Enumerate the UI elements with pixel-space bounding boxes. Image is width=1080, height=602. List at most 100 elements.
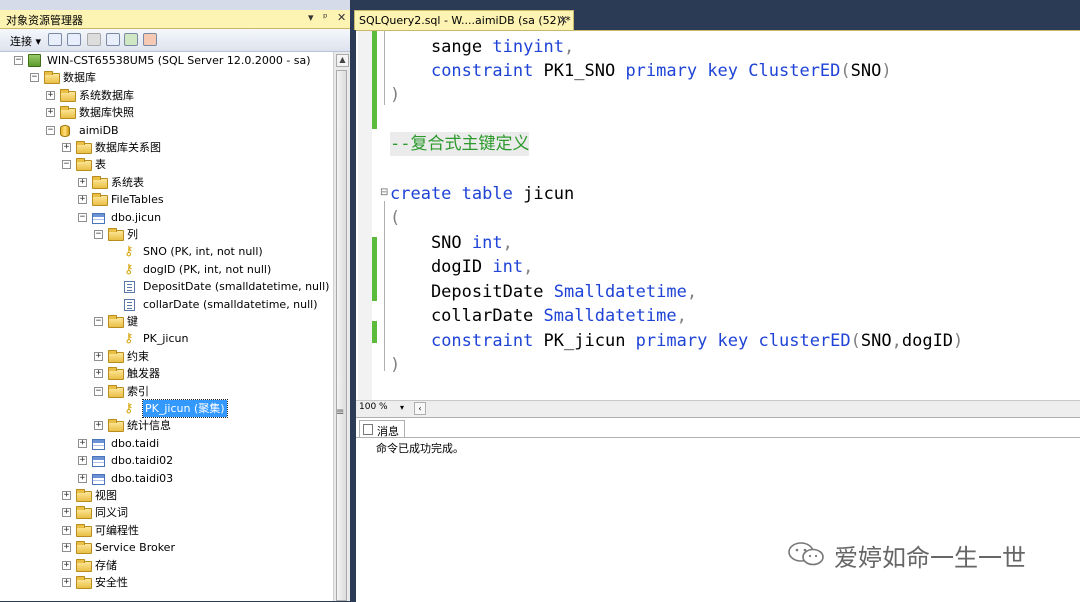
tree-node[interactable]: − aimiDB — [0, 122, 330, 139]
tab-close-icon[interactable]: ✕ — [558, 13, 568, 27]
stop-icon[interactable] — [87, 33, 101, 46]
tree-node[interactable]: + dbo.taidi03 — [0, 470, 330, 487]
expand-icon[interactable]: + — [94, 351, 103, 361]
sql-editor[interactable]: sange tinyint, constraint PK1_SNO primar… — [356, 30, 1080, 401]
table-icon — [92, 212, 105, 224]
tree-node[interactable]: + 可编程性 — [0, 522, 330, 539]
tree-node[interactable]: ⚷ PK_jicun — [0, 330, 330, 347]
tree-node[interactable]: + 存储 — [0, 557, 330, 574]
tree-node[interactable]: collarDate (smalldatetime, null) — [0, 296, 330, 313]
tree-node[interactable]: + 数据库快照 — [0, 104, 330, 121]
column-icon — [124, 298, 135, 311]
key-icon: ⚷ — [124, 244, 134, 260]
tree-node[interactable]: + 系统表 — [0, 174, 330, 191]
expand-icon[interactable]: + — [62, 525, 71, 535]
tree-node-label: 索引 — [127, 384, 149, 398]
expand-icon[interactable]: + — [78, 473, 87, 483]
pin-icon[interactable]: ᵖ — [323, 11, 328, 24]
change-indicator — [372, 31, 377, 129]
expand-icon[interactable]: + — [62, 491, 71, 500]
tree-node[interactable]: ⚷ PK_jicun (聚集) — [0, 399, 330, 418]
scroll-left-icon[interactable]: ‹ — [414, 402, 426, 415]
splitter-grip-icon[interactable]: ≡ — [336, 408, 350, 421]
collapse-icon[interactable]: − — [30, 73, 39, 83]
tree-node[interactable]: + 触发器 — [0, 365, 330, 382]
fold-marker-icon[interactable]: ⊟ — [380, 187, 388, 198]
collapse-icon[interactable]: − — [14, 56, 23, 65]
expand-icon[interactable]: + — [62, 543, 71, 553]
tree-node[interactable]: ⚷ SNO (PK, int, not null) — [0, 243, 330, 260]
folder-icon — [108, 315, 124, 328]
tree-node[interactable]: + 数据库关系图 — [0, 139, 330, 156]
collapse-icon[interactable]: − — [46, 125, 55, 135]
tree-node[interactable]: + 同义词 — [0, 504, 330, 521]
zoom-level[interactable]: 100 % — [359, 402, 388, 412]
tree-node[interactable]: − 键 — [0, 313, 330, 330]
tree-node[interactable]: − 数据库 — [0, 69, 330, 86]
tree-node[interactable]: − dbo.jicun — [0, 209, 330, 226]
expand-icon[interactable]: + — [78, 438, 87, 448]
scroll-up-icon[interactable]: ▲ — [336, 54, 349, 67]
tree-scrollbar[interactable]: ▲ — [333, 52, 350, 601]
code-line: sange tinyint, — [390, 35, 574, 59]
connect-button[interactable]: 连接 ▾ — [10, 33, 41, 49]
tree-node[interactable]: + dbo.taidi — [0, 435, 330, 452]
tree-node[interactable]: − 列 — [0, 226, 330, 243]
expand-icon[interactable]: + — [94, 369, 103, 379]
key-icon: ⚷ — [124, 331, 134, 347]
expand-icon[interactable]: + — [78, 177, 87, 187]
tree-node-label: 键 — [127, 315, 138, 328]
tree-node[interactable]: ⚷ dogID (PK, int, not null) — [0, 261, 330, 278]
tree-node[interactable]: + 安全性 — [0, 574, 330, 591]
expand-icon[interactable]: + — [46, 108, 55, 118]
tab-messages[interactable]: 消息 — [359, 420, 405, 438]
tree-node[interactable]: − 索引 — [0, 383, 330, 400]
code-token: ( — [390, 208, 401, 228]
refresh-icon[interactable] — [124, 33, 138, 46]
expand-icon[interactable]: + — [94, 421, 103, 431]
code-token: clusterED — [758, 331, 851, 351]
expand-icon[interactable]: + — [62, 143, 71, 152]
tree-node[interactable]: DepositDate (smalldatetime, null) — [0, 278, 330, 295]
activity-monitor-icon[interactable] — [143, 33, 157, 46]
expand-icon[interactable]: + — [78, 195, 87, 205]
tree-node[interactable]: − WIN-CST65538UM5 (SQL Server 12.0.2000 -… — [0, 52, 330, 69]
tree-node-label: 数据库快照 — [79, 106, 134, 120]
tab-divider — [356, 437, 1080, 438]
collapse-icon[interactable]: − — [94, 386, 103, 396]
expand-icon[interactable]: + — [78, 456, 87, 466]
window-position-icon[interactable]: ▾ — [308, 11, 314, 24]
table-icon — [92, 456, 105, 468]
expand-icon[interactable]: + — [62, 508, 71, 518]
expand-icon[interactable]: + — [62, 560, 71, 570]
folder-icon — [92, 193, 108, 207]
disconnect-icon[interactable] — [67, 33, 81, 46]
collapse-icon[interactable]: − — [94, 317, 103, 326]
collapse-icon[interactable]: − — [62, 160, 71, 170]
connect-object-icon[interactable] — [48, 33, 62, 46]
collapse-icon[interactable]: − — [94, 230, 103, 239]
tree-node[interactable]: + Service Broker — [0, 539, 330, 556]
filter-icon[interactable] — [106, 33, 120, 46]
zoom-dropdown-icon[interactable]: ▾ — [400, 403, 404, 412]
wechat-icon — [788, 542, 824, 566]
tree-node[interactable]: + 统计信息 — [0, 417, 330, 434]
close-icon[interactable]: ✕ — [337, 11, 346, 24]
tree-node[interactable]: + 约束 — [0, 348, 330, 365]
tree-node[interactable]: + 系统数据库 — [0, 87, 330, 104]
tree-node[interactable]: + FileTables — [0, 191, 330, 208]
tree-node[interactable]: + dbo.taidi02 — [0, 452, 330, 469]
code-token: ) — [881, 61, 892, 81]
scroll-thumb[interactable] — [336, 70, 347, 601]
tree-node-label: 触发器 — [127, 367, 160, 381]
tree-node[interactable]: − 表 — [0, 156, 330, 173]
expand-icon[interactable]: + — [46, 90, 55, 100]
tab-sqlquery2[interactable]: SQLQuery2.sql - W....aimiDB (sa (52))* ✕ — [354, 10, 574, 30]
tree-node[interactable]: + 视图 — [0, 487, 330, 504]
change-indicator — [372, 321, 377, 343]
collapse-icon[interactable]: − — [78, 212, 87, 222]
expand-icon[interactable]: + — [62, 578, 71, 587]
